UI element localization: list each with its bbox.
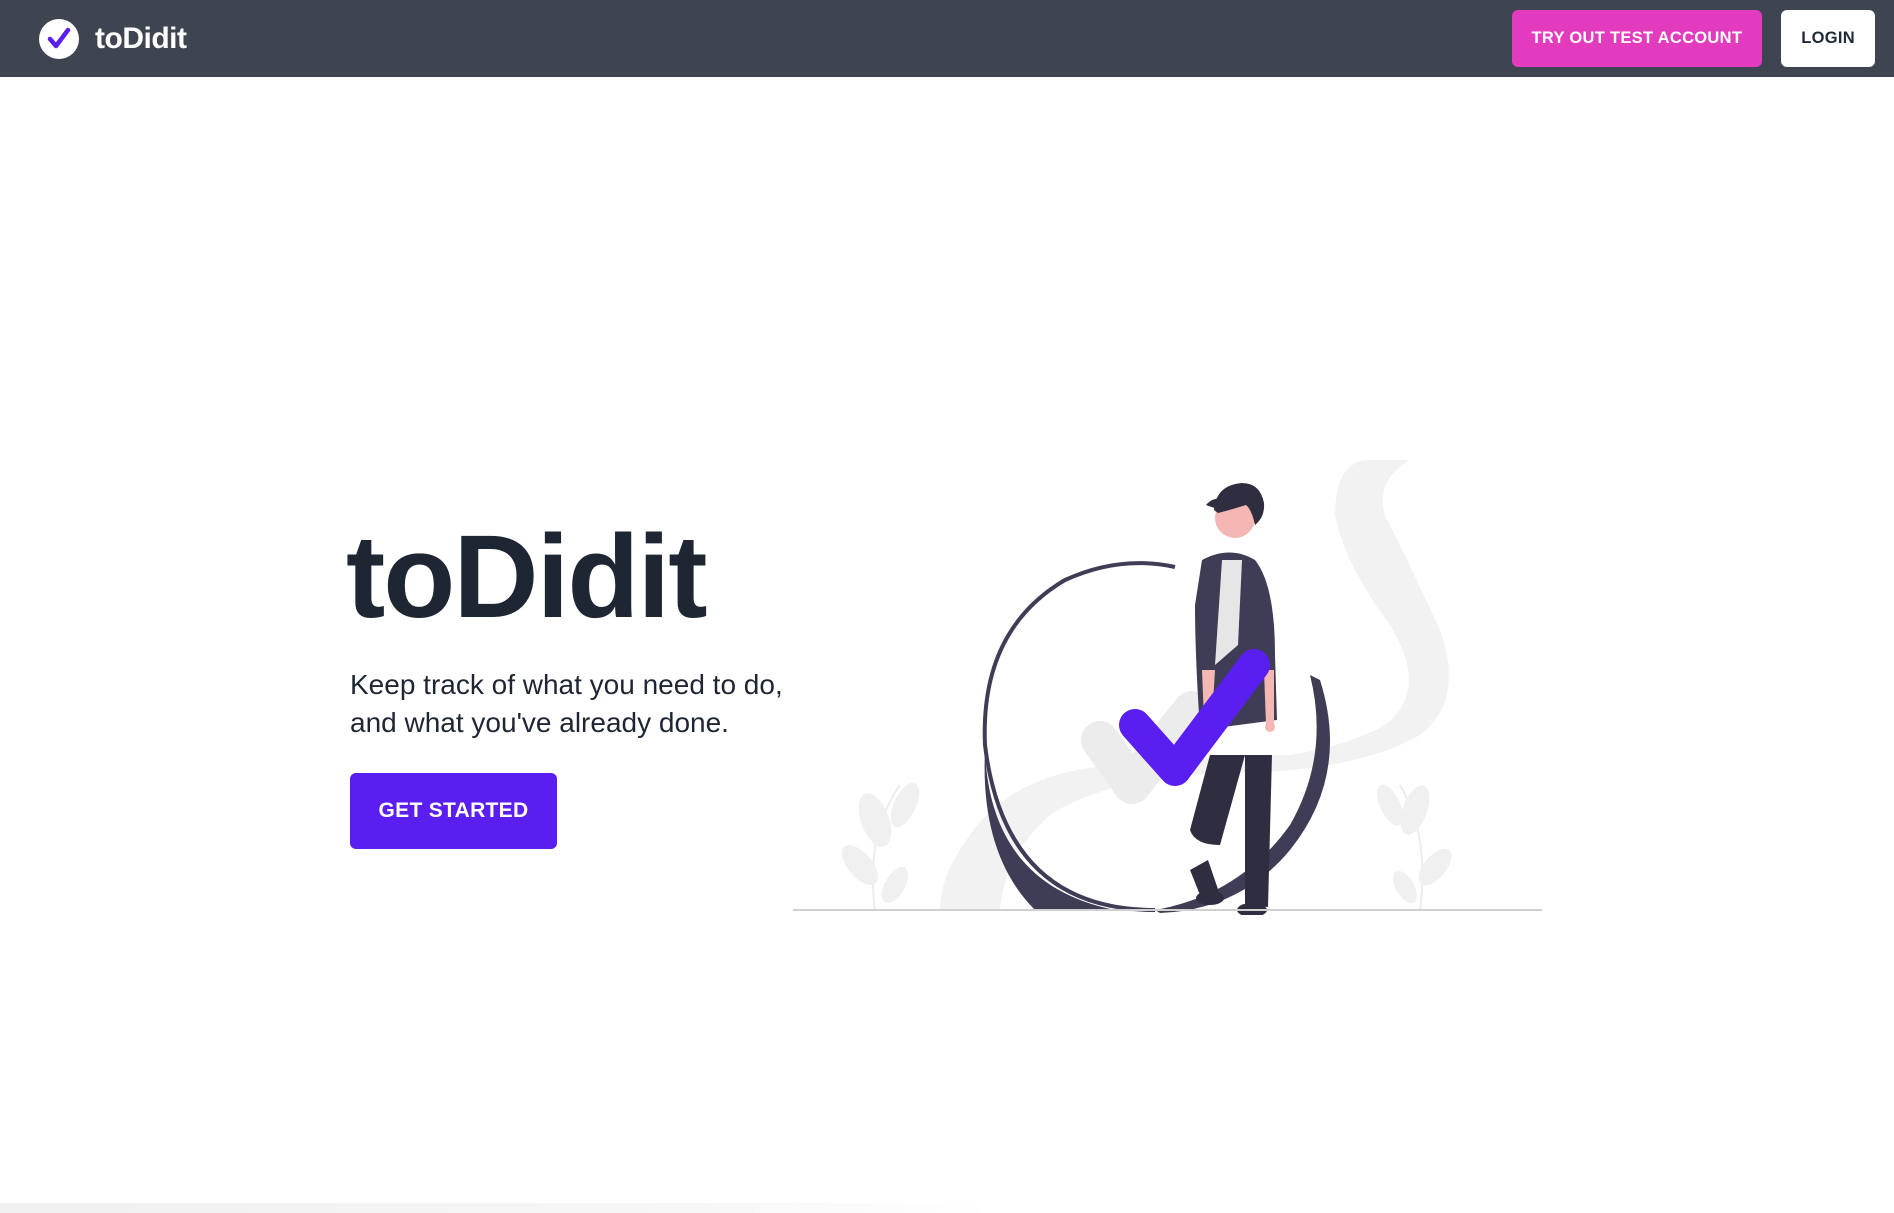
hero-title: toDidit (346, 511, 708, 643)
brand-name: toDidit (95, 21, 187, 55)
try-test-account-button[interactable]: TRY OUT TEST ACCOUNT (1511, 10, 1763, 67)
hero-subtitle-line-1: Keep track of what you need to do, (350, 669, 783, 700)
check-circle-icon (39, 18, 79, 59)
login-button[interactable]: LOGIN (1781, 10, 1875, 67)
left-plant (842, 782, 920, 911)
hero-illustration (793, 460, 1542, 915)
brand-home-link[interactable]: toDidit (39, 18, 187, 59)
hero-subtitle-line-2: and what you've already done. (350, 707, 729, 738)
hero-subtitle: Keep track of what you need to do, and w… (350, 666, 810, 742)
right-plant (1377, 784, 1452, 911)
get-started-button[interactable]: GET STARTED (350, 773, 557, 849)
top-navbar: toDidit TRY OUT TEST ACCOUNT LOGIN (0, 0, 1894, 77)
nav-actions: TRY OUT TEST ACCOUNT LOGIN (1511, 10, 1875, 67)
bottom-edge-shadow (0, 1203, 1000, 1213)
